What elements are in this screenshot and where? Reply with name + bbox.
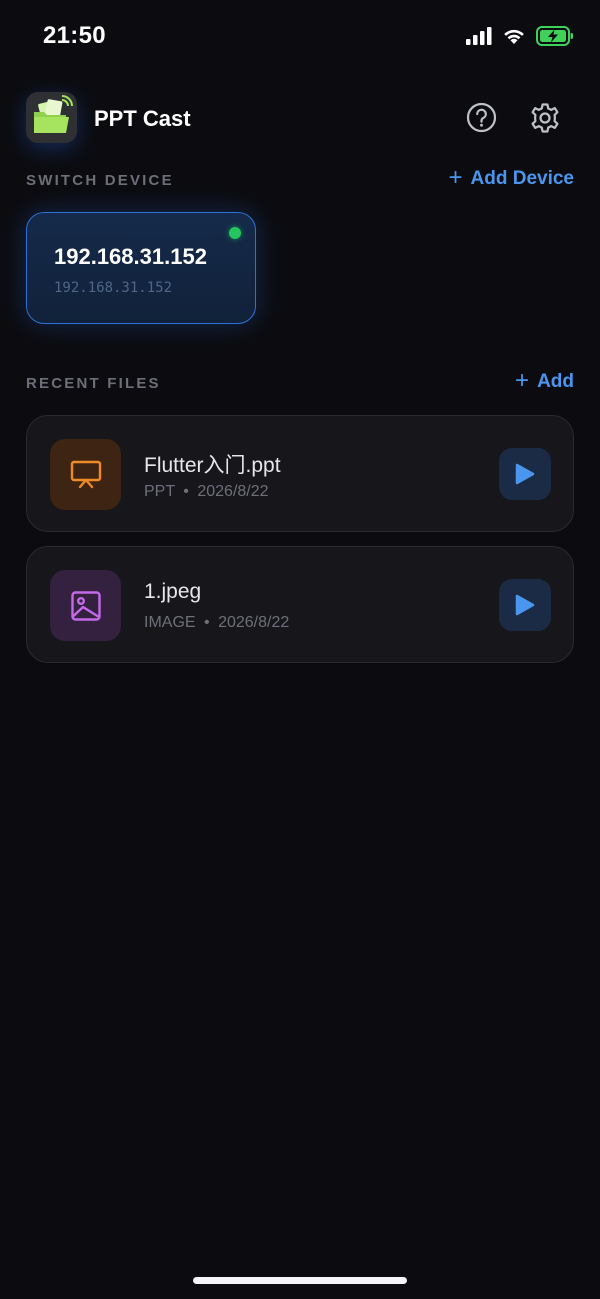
presentation-icon [70, 460, 101, 488]
file-name: 1.jpeg [144, 580, 202, 603]
play-button[interactable] [499, 448, 551, 500]
device-card[interactable]: 192.168.31.152 192.168.31.152 [26, 212, 256, 324]
file-meta: IMAGE • 2026/8/22 [144, 614, 289, 632]
play-button[interactable] [499, 579, 551, 631]
file-card-image[interactable]: 1.jpeg IMAGE • 2026/8/22 [26, 546, 574, 663]
online-status-dot [229, 227, 241, 239]
settings-gear-icon [531, 103, 559, 133]
status-time: 21:50 [43, 22, 106, 49]
play-icon [515, 594, 535, 616]
help-icon [466, 102, 497, 133]
status-bar: 21:50 [0, 0, 600, 74]
play-icon [515, 463, 535, 485]
file-card-ppt[interactable]: Flutter入门.ppt PPT • 2026/8/22 [26, 415, 574, 532]
device-name: 192.168.31.152 [54, 244, 207, 269]
file-type: IMAGE [144, 614, 196, 631]
file-type: PPT [144, 483, 175, 500]
add-file-button[interactable]: + Add [515, 367, 574, 394]
device-ip: 192.168.31.152 [54, 280, 173, 296]
battery-charging-icon [536, 26, 573, 46]
wifi-icon [504, 29, 524, 44]
signal-icon [466, 27, 492, 45]
file-date: 2026/8/22 [197, 483, 269, 500]
help-button[interactable] [466, 102, 497, 133]
add-device-button[interactable]: + Add Device [448, 164, 575, 191]
app-screen: 21:50 PPT Cast SWITCH DEVICE + Add Devic… [0, 0, 600, 1299]
add-file-label: Add [537, 371, 574, 392]
folder-cast-icon [34, 95, 73, 133]
settings-button[interactable] [529, 102, 561, 134]
file-name: Flutter入门.ppt [144, 454, 281, 477]
switch-device-label: SWITCH DEVICE [26, 172, 174, 189]
add-device-label: Add Device [470, 168, 574, 189]
file-meta: PPT • 2026/8/22 [144, 483, 269, 501]
image-icon [70, 590, 101, 621]
file-date: 2026/8/22 [218, 614, 290, 631]
add-file-plus-icon: + [515, 367, 530, 394]
recent-files-label: RECENT FILES [26, 375, 161, 392]
home-indicator[interactable] [193, 1277, 407, 1284]
add-device-plus-icon: + [448, 164, 463, 191]
app-header: PPT Cast [26, 92, 574, 148]
app-title: PPT Cast [94, 106, 191, 131]
meta-separator: • [204, 614, 210, 631]
meta-separator: • [183, 483, 189, 500]
file-thumb [50, 570, 121, 641]
app-logo [26, 92, 77, 143]
file-thumb [50, 439, 121, 510]
status-icons [466, 26, 574, 46]
